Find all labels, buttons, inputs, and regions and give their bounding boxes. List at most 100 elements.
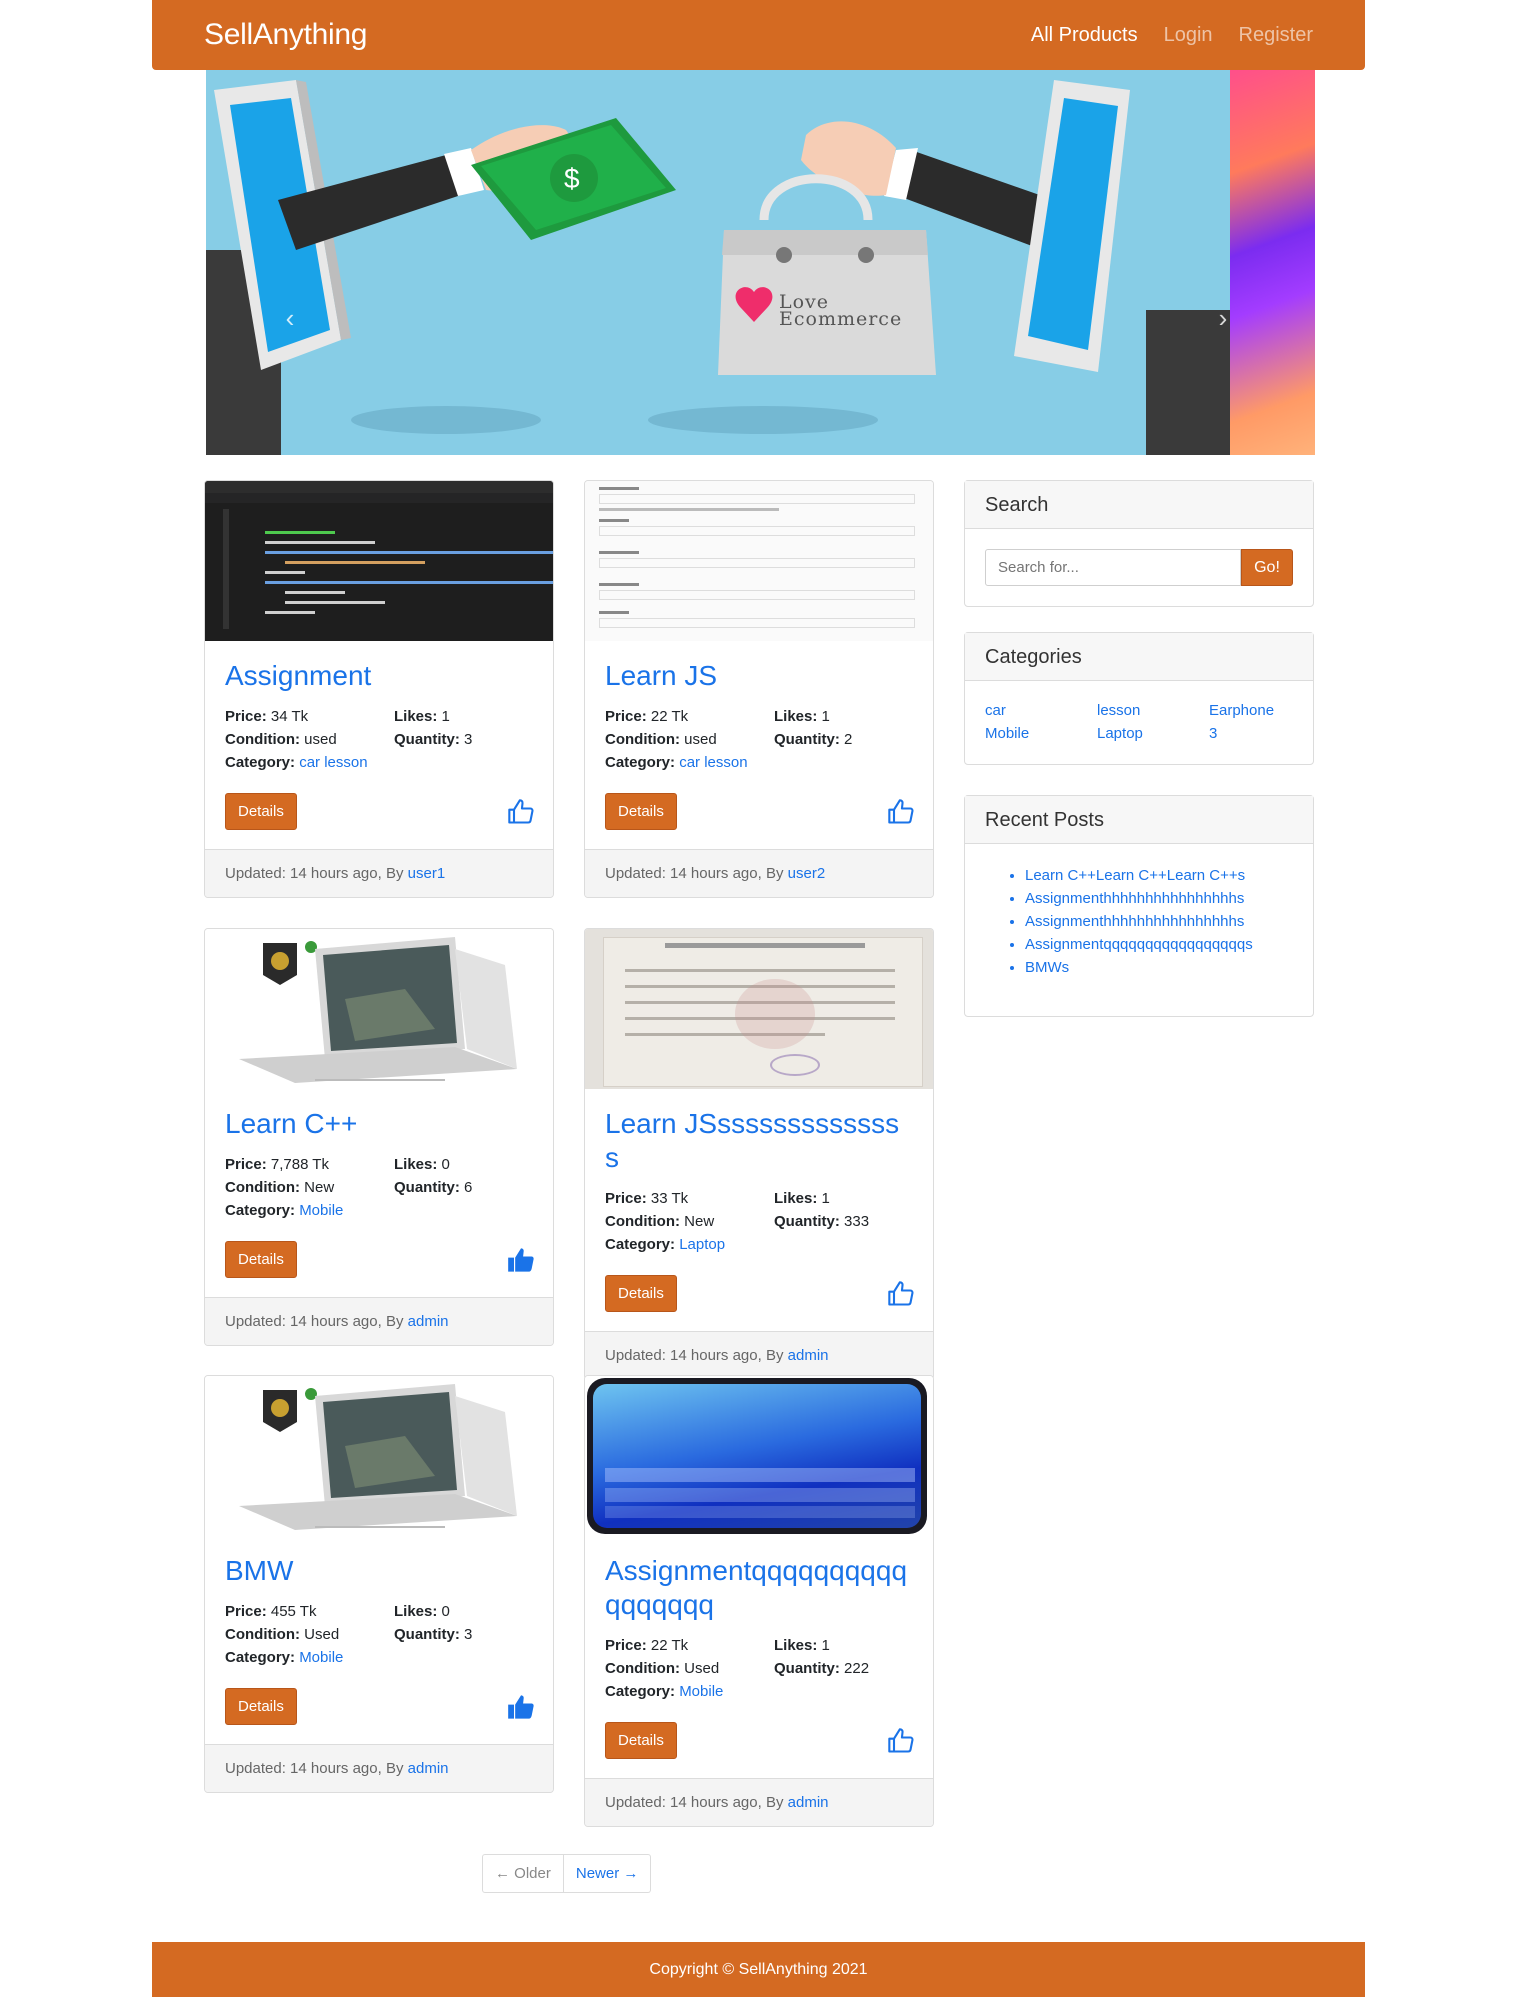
search-go-button[interactable]: Go!	[1241, 549, 1293, 586]
product-title[interactable]: BMW	[225, 1554, 533, 1588]
product-card: BMW Price: 455 Tk Likes: 0 Condition: Us…	[204, 1375, 554, 1793]
brand-logo[interactable]: SellAnything	[204, 18, 367, 52]
details-button[interactable]: Details	[225, 793, 297, 830]
product-card: Assignment Price: 34 Tk Likes: 1 Conditi…	[204, 480, 554, 898]
product-image-certificate[interactable]	[585, 929, 933, 1089]
condition-label: Condition:	[605, 731, 680, 748]
category-link[interactable]: Mobile	[299, 1202, 343, 1219]
search-row: Go!	[985, 549, 1293, 586]
product-info: Price: 7,788 Tk Likes: 0 Condition: New …	[225, 1155, 533, 1221]
card-footer: Updated: 14 hours ago, By admin	[585, 1331, 933, 1379]
likes-value: 1	[441, 708, 450, 725]
likes-value: 1	[821, 1637, 830, 1654]
recent-posts-list: Learn C++Learn C++Learn C++s Assignmenth…	[985, 864, 1293, 979]
product-title[interactable]: Learn JSssssssssssssss	[605, 1107, 913, 1175]
carousel-prev-button[interactable]: ‹	[278, 305, 302, 331]
condition-value: Used	[684, 1660, 720, 1677]
nav-register[interactable]: Register	[1239, 24, 1313, 47]
price-label: Price:	[225, 1603, 267, 1620]
card-body: Assignment Price: 34 Tk Likes: 1 Conditi…	[205, 641, 553, 849]
hero-carousel: $ Love Ecommerce ‹ ›	[206, 70, 1315, 455]
quantity-value: 2	[844, 731, 853, 748]
likes-label: Likes:	[774, 1190, 818, 1207]
quantity-value: 6	[464, 1179, 473, 1196]
card-footer: Updated: 14 hours ago, By user2	[585, 849, 933, 897]
product-title[interactable]: Assignment	[225, 659, 533, 693]
price-value: 455 Tk	[270, 1603, 317, 1620]
card-body: Assignmentqqqqqqqqqqqqqqqqq Price: 22 Tk…	[585, 1536, 933, 1778]
category-earphone[interactable]: Earphone	[1209, 701, 1293, 721]
categories-widget-body: car lesson Earphone Mobile Laptop 3	[965, 681, 1313, 764]
thumbs-up-filled-icon[interactable]	[507, 1693, 535, 1721]
category-link[interactable]: car lesson	[679, 754, 747, 771]
category-mobile[interactable]: Mobile	[985, 724, 1097, 744]
category-label: Category:	[225, 1649, 296, 1666]
author-link[interactable]: admin	[788, 1794, 829, 1811]
ecommerce-illustration: $	[206, 80, 1230, 455]
site-footer: Copyright © SellAnything 2021	[152, 1942, 1365, 1997]
recent-post-link[interactable]: Assignmenthhhhhhhhhhhhhhhhs	[1025, 913, 1244, 930]
category-link[interactable]: Laptop	[679, 1236, 725, 1253]
thumbs-up-filled-icon[interactable]	[507, 1246, 535, 1274]
updated-text: Updated: 14 hours ago, By	[225, 865, 404, 882]
nav-all-products[interactable]: All Products	[1031, 24, 1138, 47]
recent-post-link[interactable]: Assignmenthhhhhhhhhhhhhhhhs	[1025, 890, 1244, 907]
recent-post-link[interactable]: Assignmentqqqqqqqqqqqqqqqqqs	[1025, 936, 1253, 953]
price-value: 33 Tk	[650, 1190, 689, 1207]
recent-post-link[interactable]: BMWs	[1025, 959, 1069, 976]
author-link[interactable]: admin	[408, 1760, 449, 1777]
card-footer: Updated: 14 hours ago, By user1	[205, 849, 553, 897]
condition-label: Condition:	[225, 1626, 300, 1643]
product-title[interactable]: Learn JS	[605, 659, 913, 693]
product-card: Learn JS Price: 22 Tk Likes: 1 Condition…	[584, 480, 934, 898]
details-button[interactable]: Details	[225, 1241, 297, 1278]
category-lesson[interactable]: lesson	[1097, 701, 1209, 721]
thumbs-up-outline-icon[interactable]	[887, 1727, 915, 1755]
product-card: Assignmentqqqqqqqqqqqqqqqqq Price: 22 Tk…	[584, 1375, 934, 1827]
price-value: 34 Tk	[270, 708, 309, 725]
category-link[interactable]: Mobile	[299, 1649, 343, 1666]
product-image-signup-form[interactable]	[585, 481, 933, 641]
product-title[interactable]: Learn C++	[225, 1107, 533, 1141]
author-link[interactable]: user1	[408, 865, 446, 882]
product-title[interactable]: Assignmentqqqqqqqqqqqqqqqqq	[605, 1554, 913, 1622]
card-body: Learn C++ Price: 7,788 Tk Likes: 0 Condi…	[205, 1089, 553, 1297]
search-widget: Search Go!	[964, 480, 1314, 607]
category-3[interactable]: 3	[1209, 724, 1293, 744]
details-button[interactable]: Details	[605, 1722, 677, 1759]
carousel-next-button[interactable]: ›	[1211, 305, 1235, 331]
card-footer: Updated: 14 hours ago, By admin	[585, 1778, 933, 1826]
recent-post-link[interactable]: Learn C++Learn C++Learn C++s	[1025, 867, 1245, 884]
product-image-phone[interactable]	[585, 1376, 933, 1536]
thumbs-up-outline-icon[interactable]	[887, 1280, 915, 1308]
category-laptop[interactable]: Laptop	[1097, 724, 1209, 744]
condition-label: Condition:	[605, 1213, 680, 1230]
product-image-code-editor[interactable]	[205, 481, 553, 641]
card-body: Learn JSssssssssssssss Price: 33 Tk Like…	[585, 1089, 933, 1331]
author-link[interactable]: admin	[408, 1313, 449, 1330]
author-link[interactable]: user2	[788, 865, 826, 882]
search-widget-body: Go!	[965, 529, 1313, 606]
search-input[interactable]	[985, 549, 1241, 586]
thumbs-up-outline-icon[interactable]	[507, 798, 535, 826]
details-button[interactable]: Details	[225, 1688, 297, 1725]
product-image-laptop[interactable]	[205, 1376, 553, 1536]
category-link[interactable]: car lesson	[299, 754, 367, 771]
likes-label: Likes:	[394, 708, 438, 725]
product-info: Price: 455 Tk Likes: 0 Condition: Used Q…	[225, 1602, 533, 1668]
author-link[interactable]: admin	[788, 1347, 829, 1364]
condition-value: New	[304, 1179, 335, 1196]
price-value: 22 Tk	[650, 708, 689, 725]
details-button[interactable]: Details	[605, 793, 677, 830]
category-link[interactable]: Mobile	[679, 1683, 723, 1700]
details-button[interactable]: Details	[605, 1275, 677, 1312]
category-car[interactable]: car	[985, 701, 1097, 721]
category-label: Category:	[225, 1202, 296, 1219]
thumbs-up-outline-icon[interactable]	[887, 798, 915, 826]
older-button[interactable]: ← Older	[482, 1854, 564, 1893]
svg-text:$: $	[564, 163, 580, 194]
nav-login[interactable]: Login	[1164, 24, 1213, 47]
product-image-laptop[interactable]	[205, 929, 553, 1089]
updated-text: Updated: 14 hours ago, By	[225, 1760, 404, 1777]
newer-button[interactable]: Newer →	[563, 1854, 652, 1893]
